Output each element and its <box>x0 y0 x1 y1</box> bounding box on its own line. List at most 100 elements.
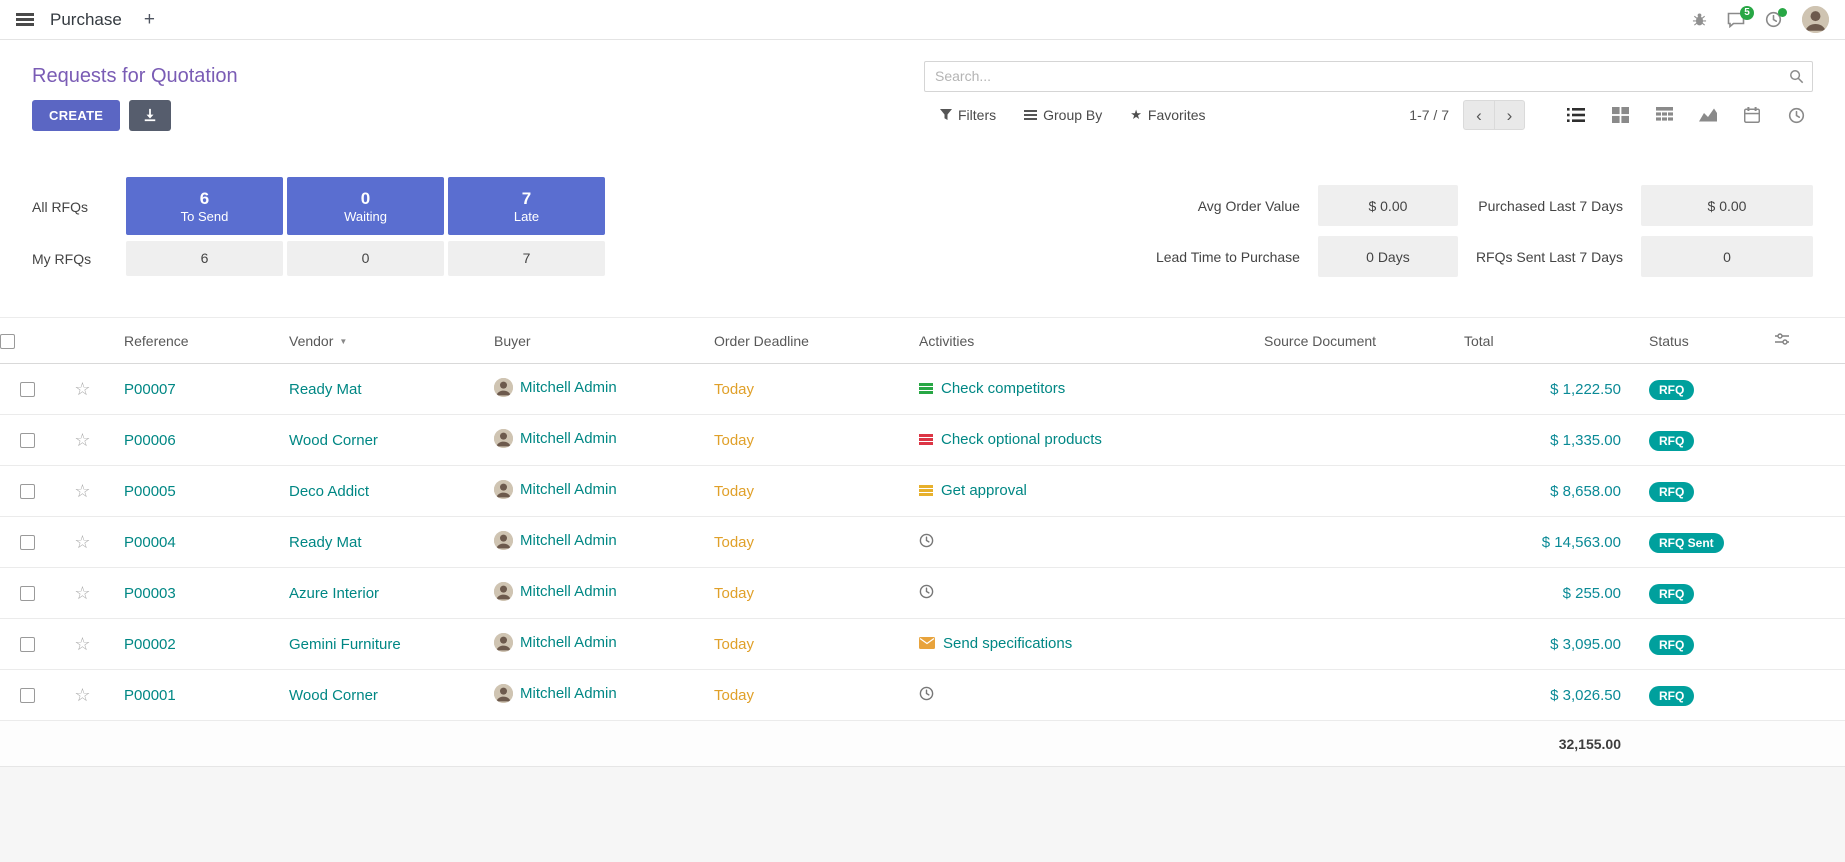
row-checkbox[interactable] <box>20 637 35 652</box>
envelope-icon <box>919 637 935 649</box>
vendor-link[interactable]: Deco Addict <box>289 483 369 500</box>
activity-cell[interactable]: Check optional products <box>919 431 1102 448</box>
card-to-send[interactable]: 6 To Send <box>126 177 283 235</box>
buyer-avatar <box>494 378 513 397</box>
calendar-view-button[interactable] <box>1735 100 1769 130</box>
select-all-checkbox[interactable] <box>0 334 15 349</box>
vendor-link[interactable]: Wood Corner <box>289 432 378 449</box>
column-header-order-deadline[interactable]: Order Deadline <box>700 318 905 364</box>
table-row[interactable]: ☆ P00007 Ready Mat Mitchell Admin Today … <box>0 364 1845 415</box>
group-by-button[interactable]: Group By <box>1024 107 1102 123</box>
table-row[interactable]: ☆ P00005 Deco Addict Mitchell Admin Toda… <box>0 466 1845 517</box>
debug-bug-icon[interactable] <box>1692 12 1707 27</box>
activity-cell[interactable] <box>919 686 942 701</box>
metric-label-purchased-last-7-days: Purchased Last 7 Days <box>1476 198 1623 214</box>
card-waiting[interactable]: 0 Waiting <box>287 177 444 235</box>
favorite-star-icon[interactable]: ☆ <box>74 379 90 399</box>
reference-link[interactable]: P00007 <box>124 381 176 398</box>
row-checkbox[interactable] <box>20 586 35 601</box>
pager-previous-button[interactable]: ‹ <box>1463 100 1494 130</box>
row-checkbox[interactable] <box>20 535 35 550</box>
row-checkbox[interactable] <box>20 484 35 499</box>
activity-link[interactable]: Send specifications <box>943 635 1072 652</box>
favorite-star-icon[interactable]: ☆ <box>74 481 90 501</box>
buyer-link[interactable]: Mitchell Admin <box>520 430 617 447</box>
activity-link[interactable]: Check competitors <box>941 380 1065 397</box>
activity-cell[interactable]: Check competitors <box>919 380 1065 397</box>
messages-icon[interactable]: 5 <box>1727 12 1745 28</box>
activities-icon[interactable] <box>1765 11 1782 28</box>
vendor-link[interactable]: Ready Mat <box>289 534 362 551</box>
table-row[interactable]: ☆ P00001 Wood Corner Mitchell Admin Toda… <box>0 670 1845 721</box>
activity-cell[interactable] <box>919 533 942 548</box>
activity-cell[interactable]: Send specifications <box>919 635 1072 652</box>
activity-view-button[interactable] <box>1779 100 1813 130</box>
favorite-star-icon[interactable]: ☆ <box>74 532 90 552</box>
apps-menu-icon[interactable] <box>16 13 34 26</box>
vendor-link[interactable]: Wood Corner <box>289 687 378 704</box>
my-to-send-cell[interactable]: 6 <box>126 241 283 276</box>
favorite-star-icon[interactable]: ☆ <box>74 685 90 705</box>
activity-link[interactable]: Check optional products <box>941 431 1102 448</box>
my-late-cell[interactable]: 7 <box>448 241 605 276</box>
buyer-avatar <box>494 429 513 448</box>
column-header-buyer[interactable]: Buyer <box>480 318 700 364</box>
buyer-link[interactable]: Mitchell Admin <box>520 379 617 396</box>
table-row[interactable]: ☆ P00003 Azure Interior Mitchell Admin T… <box>0 568 1845 619</box>
pager-next-button[interactable]: › <box>1494 100 1525 130</box>
vendor-link[interactable]: Ready Mat <box>289 381 362 398</box>
create-button[interactable]: CREATE <box>32 100 120 131</box>
favorites-button[interactable]: ★ Favorites <box>1130 107 1205 123</box>
column-header-total[interactable]: Total <box>1450 318 1635 364</box>
reference-link[interactable]: P00005 <box>124 483 176 500</box>
pager-range: 1-7 / 7 <box>1409 107 1449 123</box>
search-input[interactable] <box>924 61 1813 92</box>
table-row[interactable]: ☆ P00002 Gemini Furniture Mitchell Admin… <box>0 619 1845 670</box>
new-tab-plus-icon[interactable]: + <box>144 10 155 29</box>
card-late[interactable]: 7 Late <box>448 177 605 235</box>
column-header-reference[interactable]: Reference <box>110 318 275 364</box>
reference-link[interactable]: P00003 <box>124 585 176 602</box>
row-checkbox[interactable] <box>20 688 35 703</box>
search-icon[interactable] <box>1789 69 1804 87</box>
favorite-star-icon[interactable]: ☆ <box>74 583 90 603</box>
activity-link[interactable]: Get approval <box>941 482 1027 499</box>
calendar-view-icon <box>1744 107 1760 123</box>
table-row[interactable]: ☆ P00004 Ready Mat Mitchell Admin Today … <box>0 517 1845 568</box>
favorite-star-icon[interactable]: ☆ <box>74 634 90 654</box>
row-checkbox[interactable] <box>20 433 35 448</box>
app-menu-purchase[interactable]: Purchase <box>50 10 122 30</box>
buyer-link[interactable]: Mitchell Admin <box>520 532 617 549</box>
pivot-view-icon <box>1656 107 1673 123</box>
favorite-star-icon[interactable]: ☆ <box>74 430 90 450</box>
filters-button[interactable]: Filters <box>940 107 996 123</box>
buyer-link[interactable]: Mitchell Admin <box>520 583 617 600</box>
column-header-activities[interactable]: Activities <box>905 318 1250 364</box>
table-row[interactable]: ☆ P00006 Wood Corner Mitchell Admin Toda… <box>0 415 1845 466</box>
buyer-link[interactable]: Mitchell Admin <box>520 634 617 651</box>
buyer-link[interactable]: Mitchell Admin <box>520 685 617 702</box>
user-avatar[interactable] <box>1802 6 1829 33</box>
activity-cell[interactable]: Get approval <box>919 482 1027 499</box>
reference-link[interactable]: P00002 <box>124 636 176 653</box>
reference-link[interactable]: P00006 <box>124 432 176 449</box>
status-badge: RFQ Sent <box>1649 533 1724 553</box>
column-header-source-document[interactable]: Source Document <box>1250 318 1450 364</box>
pivot-view-button[interactable] <box>1647 100 1681 130</box>
buyer-link[interactable]: Mitchell Admin <box>520 481 617 498</box>
optional-columns-button[interactable] <box>1760 318 1845 364</box>
graph-view-button[interactable] <box>1691 100 1725 130</box>
my-waiting-cell[interactable]: 0 <box>287 241 444 276</box>
column-header-status[interactable]: Status <box>1635 318 1760 364</box>
activity-cell[interactable] <box>919 584 942 599</box>
row-checkbox[interactable] <box>20 382 35 397</box>
vendor-link[interactable]: Azure Interior <box>289 585 379 602</box>
export-button[interactable] <box>129 100 171 131</box>
kanban-view-button[interactable] <box>1603 100 1637 130</box>
reference-link[interactable]: P00004 <box>124 534 176 551</box>
clock-icon <box>919 686 934 701</box>
reference-link[interactable]: P00001 <box>124 687 176 704</box>
column-header-vendor[interactable]: Vendor▼ <box>275 318 480 364</box>
vendor-link[interactable]: Gemini Furniture <box>289 636 401 653</box>
list-view-button[interactable] <box>1559 100 1593 130</box>
